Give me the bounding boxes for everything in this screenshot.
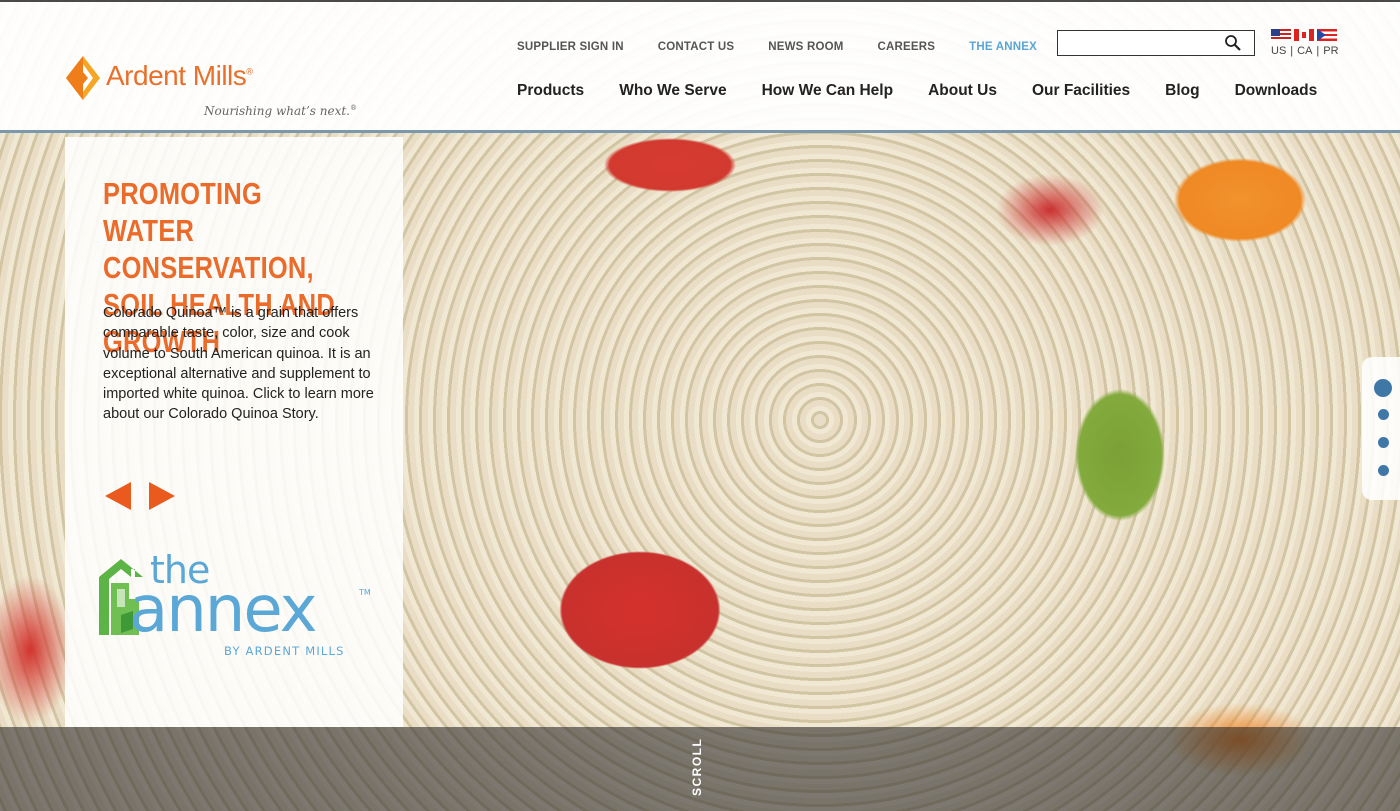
the-annex-logo[interactable]: the annex TM BY ARDENT MILLS — [95, 548, 385, 662]
pager-dot-1[interactable] — [1374, 379, 1392, 397]
locale-link-us[interactable]: US — [1271, 45, 1286, 57]
nav-item-about-us[interactable]: About Us — [928, 82, 997, 100]
logo-wordmark: Ardent Mills® — [106, 60, 253, 91]
logo-tagline: Nourishing what’s next.® — [204, 104, 357, 118]
annex-logo-byline: BY ARDENT MILLS — [224, 644, 345, 658]
ardent-mills-logo[interactable]: Ardent Mills® Nourishing what’s next.® — [64, 54, 364, 124]
nav-item-who-we-serve[interactable]: Who We Serve — [619, 82, 726, 100]
feature-body[interactable]: Colorado Quinoa™ is a grain that offers … — [103, 303, 381, 425]
utility-nav: SUPPLIER SIGN IN CONTACT US NEWS ROOM CA… — [517, 41, 1071, 53]
utility-link-the-annex[interactable]: THE ANNEX — [969, 41, 1037, 53]
locale-separator: | — [1316, 45, 1320, 57]
pager-dot-2[interactable] — [1378, 409, 1389, 420]
locale-link-ca[interactable]: CA — [1297, 45, 1312, 57]
main-nav: Products Who We Serve How We Can Help Ab… — [517, 82, 1352, 100]
search-icon[interactable] — [1224, 34, 1242, 52]
site-header: Ardent Mills® Nourishing what’s next.® S… — [0, 0, 1400, 133]
canada-flag-icon[interactable] — [1294, 29, 1314, 41]
pager-dot-3[interactable] — [1378, 437, 1389, 448]
nav-item-how-we-can-help[interactable]: How We Can Help — [762, 82, 893, 100]
locale-separator: | — [1290, 45, 1294, 57]
locale-link-pr[interactable]: PR — [1323, 45, 1338, 57]
arrow-left-icon[interactable] — [103, 480, 133, 512]
locale-selector: US | CA | PR — [1271, 29, 1351, 57]
ardent-mills-logo-mark-icon — [66, 56, 100, 100]
utility-link-news-room[interactable]: NEWS ROOM — [768, 41, 843, 53]
annex-logo-word: annex — [129, 573, 317, 647]
utility-link-contact-us[interactable]: CONTACT US — [658, 41, 735, 53]
nav-item-downloads[interactable]: Downloads — [1235, 82, 1318, 100]
annex-logo-tm: TM — [359, 588, 371, 597]
utility-link-careers[interactable]: CAREERS — [878, 41, 936, 53]
feature-panel: PROMOTING WATER CONSERVATION, SOIL HEALT… — [65, 137, 403, 727]
nav-item-our-facilities[interactable]: Our Facilities — [1032, 82, 1130, 100]
nav-item-products[interactable]: Products — [517, 82, 584, 100]
puerto-rico-flag-icon[interactable] — [1317, 29, 1337, 41]
arrow-right-icon[interactable] — [147, 480, 177, 512]
nav-item-blog[interactable]: Blog — [1165, 82, 1199, 100]
pager-dot-4[interactable] — [1378, 465, 1389, 476]
slide-pager — [1362, 357, 1400, 500]
us-flag-icon[interactable] — [1271, 29, 1291, 41]
search-input[interactable] — [1058, 31, 1218, 55]
utility-link-supplier-sign-in[interactable]: SUPPLIER SIGN IN — [517, 41, 624, 53]
scroll-indicator[interactable]: SCROLL — [690, 738, 704, 796]
search-box — [1057, 30, 1255, 56]
slide-controls — [103, 480, 177, 512]
